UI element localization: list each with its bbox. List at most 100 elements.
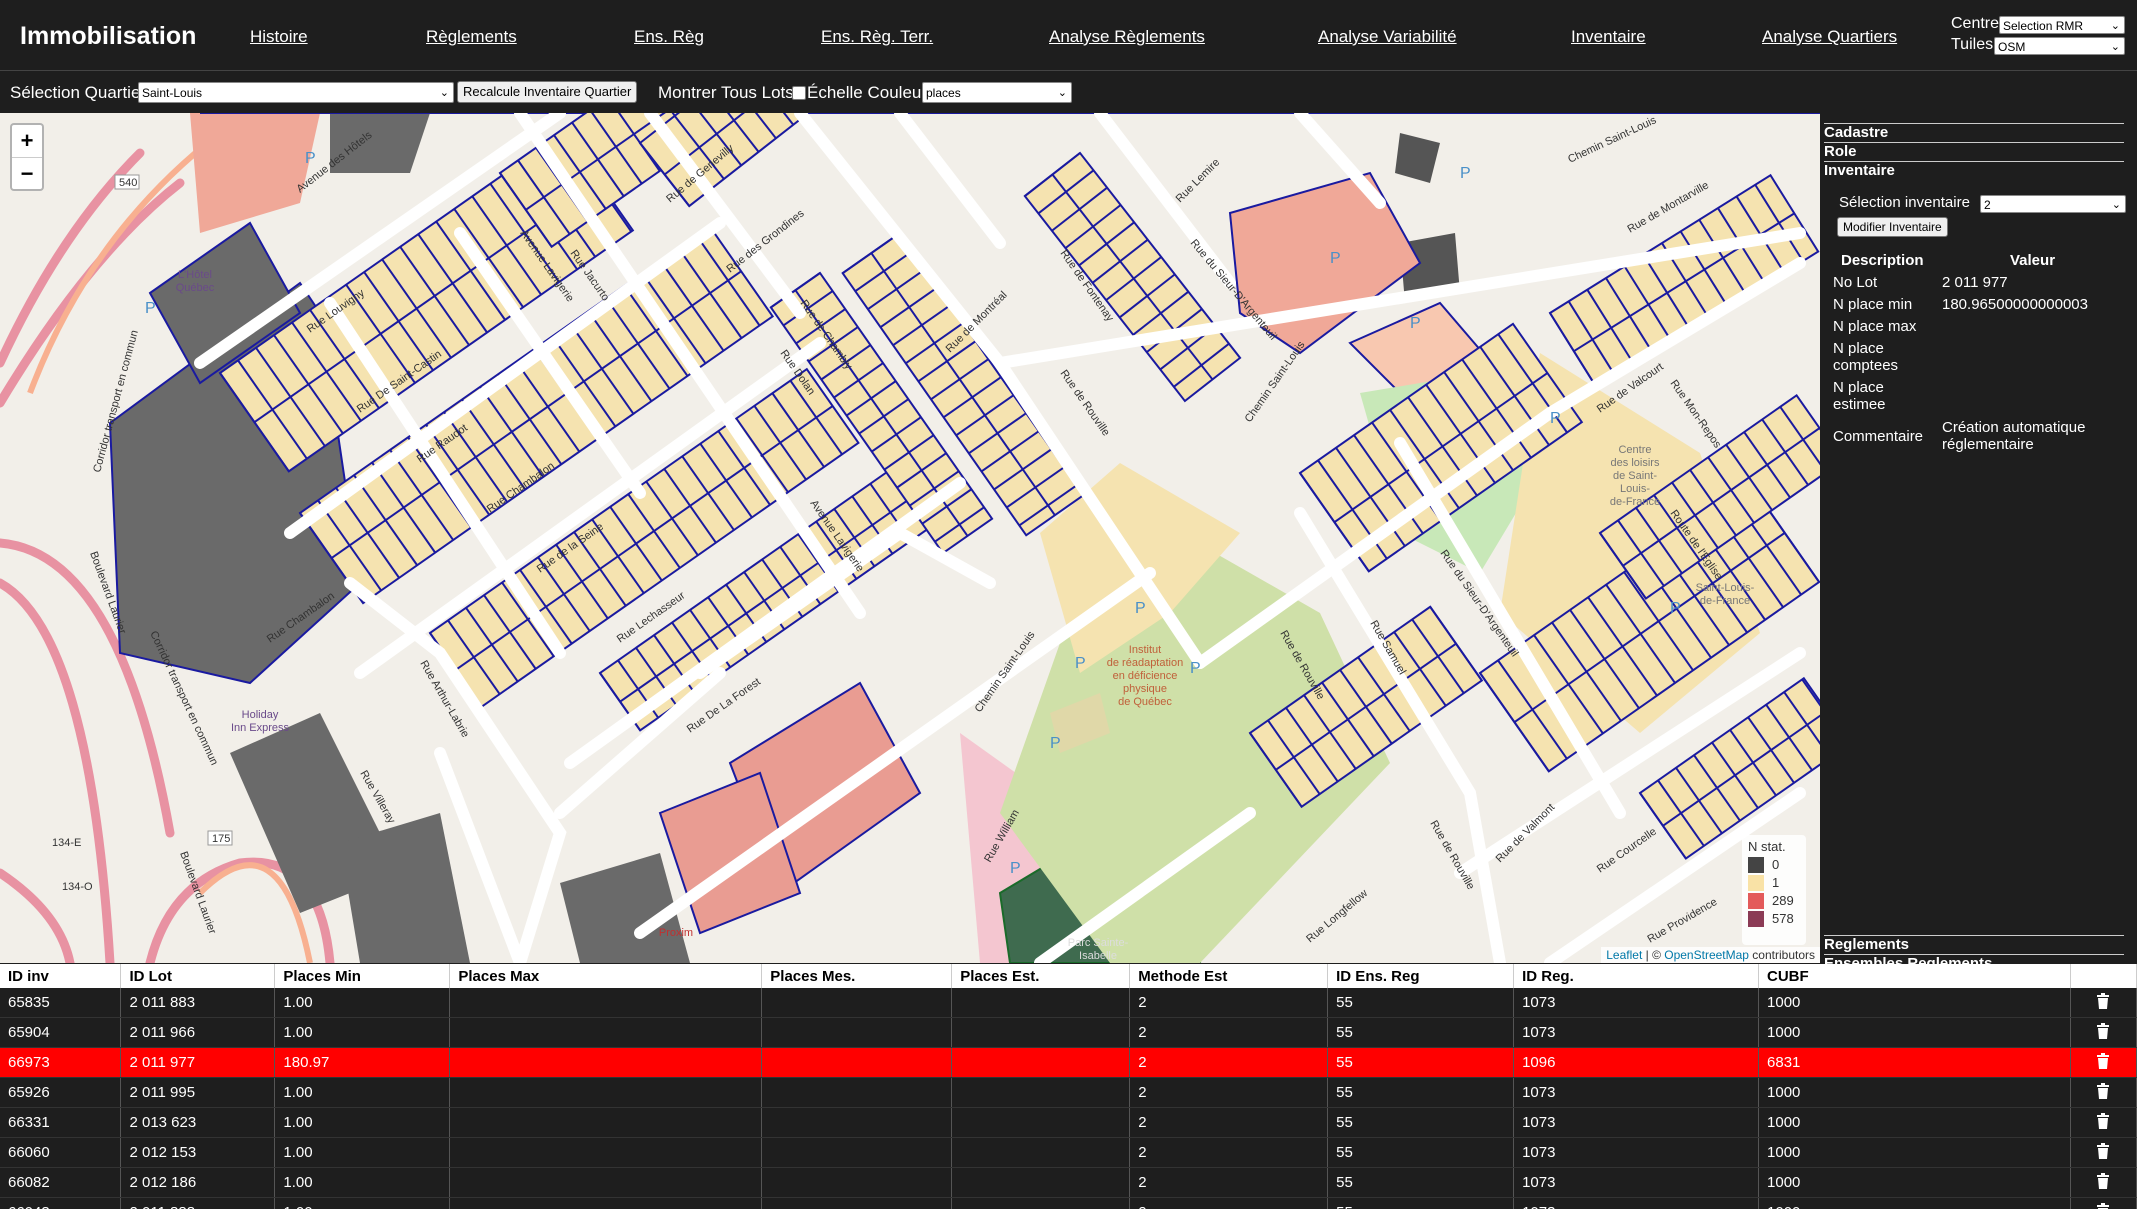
- trash-icon[interactable]: [2096, 1202, 2110, 1209]
- table-cell: 65904: [0, 1017, 122, 1048]
- table-row[interactable]: 66331 2 013 623 1.00 2 55 1073 1000: [0, 1107, 2137, 1138]
- table-row[interactable]: 660432 011 8881.00 25510731000: [0, 1197, 2137, 1209]
- show-lots-checkbox[interactable]: [792, 86, 806, 100]
- nav-analyse-variabilite[interactable]: Analyse Variabilité: [1318, 27, 1457, 47]
- col-header[interactable]: CUBF: [1758, 964, 2071, 988]
- table-cell: 1000: [1758, 1077, 2071, 1108]
- map-attribution: Leaflet | © OpenStreetMap contributors: [1601, 947, 1820, 963]
- trash-icon[interactable]: [2096, 1112, 2110, 1129]
- table-row[interactable]: 65904 2 011 966 1.00 2 55 1073 1000: [0, 1017, 2137, 1048]
- parking-icon: P: [1010, 860, 1021, 877]
- nav-histoire[interactable]: Histoire: [250, 27, 308, 47]
- osm-link[interactable]: OpenStreetMap: [1664, 948, 1749, 962]
- section-inventaire[interactable]: Inventaire: [1824, 161, 2124, 179]
- nav-reglements[interactable]: Règlements: [426, 27, 517, 47]
- section-reglements[interactable]: Reglements: [1824, 935, 2124, 953]
- chevron-down-icon: ⌄: [2110, 41, 2120, 53]
- trash-icon[interactable]: [2096, 1022, 2110, 1039]
- zoom-in-button[interactable]: +: [12, 125, 42, 158]
- table-cell: [761, 1167, 953, 1198]
- filter-toolbar: Sélection Quartier Saint-Louis ⌄ Recalcul…: [0, 71, 2137, 113]
- poi-label: de réadaptation: [1107, 657, 1183, 669]
- street-label: Rue Lemire: [1174, 156, 1223, 205]
- trash-icon[interactable]: [2096, 992, 2110, 1009]
- parking-icon: P: [305, 150, 316, 167]
- poi-label: Centre: [1618, 444, 1651, 456]
- trash-icon[interactable]: [2096, 1052, 2110, 1069]
- quartier-label: Sélection Quartier: [10, 83, 147, 102]
- col-header[interactable]: Places Min: [274, 964, 451, 988]
- table-cell: 1000: [1758, 1017, 2071, 1048]
- legend-label: 0: [1772, 857, 1780, 872]
- nav-analyse-reglements[interactable]: Analyse Règlements: [1049, 27, 1205, 47]
- nav-analyse-quartiers[interactable]: Analyse Quartiers: [1762, 27, 1897, 47]
- delete-cell: [2070, 988, 2137, 1018]
- delete-cell: [2070, 1107, 2137, 1138]
- col-header[interactable]: ID Lot: [120, 964, 276, 988]
- modify-inventaire-button[interactable]: Modifier Inventaire: [1837, 217, 1948, 237]
- tuiles-select[interactable]: OSM ⌄: [1994, 37, 2125, 55]
- table-cell: 2 012 186: [120, 1167, 276, 1198]
- quartier-select[interactable]: Saint-Louis ⌄: [138, 82, 454, 103]
- leaflet-link[interactable]: Leaflet: [1606, 948, 1642, 962]
- table-cell: 1073: [1513, 1107, 1760, 1138]
- side-panel: Cadastre Role Inventaire Sélection inven…: [1822, 113, 2137, 964]
- section-cadastre[interactable]: Cadastre: [1824, 123, 2124, 141]
- table-cell: 65835: [0, 988, 122, 1018]
- table-row[interactable]: 65926 2 011 995 1.00 2 55 1073 1000: [0, 1077, 2137, 1108]
- trash-icon[interactable]: [2096, 1172, 2110, 1189]
- table-cell: [761, 1077, 953, 1108]
- parking-icon: P: [1550, 410, 1561, 427]
- recalc-inventaire-button[interactable]: Recalcule Inventaire Quartier: [457, 81, 638, 103]
- poi-label: Institut: [1129, 644, 1161, 656]
- table-cell: 1000: [1758, 1167, 2071, 1198]
- table-cell: 2 012 153: [120, 1137, 276, 1168]
- delete-cell: [2070, 1167, 2137, 1198]
- table-cell: 1073: [1513, 1197, 1760, 1209]
- table-cell: 55: [1327, 1017, 1515, 1048]
- col-header[interactable]: ID Ens. Reg: [1327, 964, 1515, 988]
- col-header[interactable]: Methode Est: [1129, 964, 1329, 988]
- tuiles-select-value: OSM: [1998, 40, 2026, 54]
- table-row[interactable]: 66082 2 012 186 1.00 2 55 1073 1000: [0, 1167, 2137, 1198]
- table-cell: 65926: [0, 1077, 122, 1108]
- trash-icon[interactable]: [2096, 1082, 2110, 1099]
- table-cell: 66973: [0, 1047, 122, 1078]
- delete-cell: [2070, 1137, 2137, 1168]
- table-cell: 66043: [0, 1197, 122, 1209]
- trash-icon[interactable]: [2096, 1142, 2110, 1159]
- nav-inventaire[interactable]: Inventaire: [1571, 27, 1646, 47]
- table-cell: [449, 1167, 763, 1198]
- centre-select-value: Selection RMR: [2003, 19, 2084, 33]
- map-canvas[interactable]: Avenue des Hôtels Rue Louvigny Rue De Sa…: [0, 113, 1820, 963]
- zoom-out-button[interactable]: −: [12, 158, 42, 190]
- table-cell: 2: [1129, 988, 1329, 1018]
- col-header[interactable]: Places Max: [449, 964, 763, 988]
- centre-select[interactable]: Selection RMR ⌄: [1999, 16, 2125, 34]
- legend-title: N stat.: [1748, 839, 1786, 854]
- nav-ens-reg-terr[interactable]: Ens. Règ. Terr.: [821, 27, 933, 47]
- table-row[interactable]: 65835 2 011 883 1.00 2 55 1073 1000: [0, 988, 2137, 1018]
- nav-ens-reg[interactable]: Ens. Règ: [634, 27, 704, 47]
- chevron-down-icon: ⌄: [1057, 87, 1067, 99]
- street-label: Rue de Valmont: [1494, 801, 1558, 865]
- poi-label: des loisirs: [1611, 457, 1660, 469]
- table-cell: 2 013 623: [120, 1107, 276, 1138]
- table-cell: [951, 1137, 1131, 1168]
- col-header[interactable]: ID Reg.: [1513, 964, 1760, 988]
- color-scale-select[interactable]: places ⌄: [922, 82, 1072, 103]
- col-header[interactable]: ID inv: [0, 964, 122, 988]
- centre-label: Centre: [1951, 15, 2000, 32]
- section-role[interactable]: Role: [1824, 142, 2124, 160]
- inv-select-value: 2: [1984, 198, 1991, 212]
- col-header[interactable]: Places Mes.: [761, 964, 953, 988]
- map-view[interactable]: Avenue des Hôtels Rue Louvigny Rue De Sa…: [0, 113, 1820, 963]
- inv-select[interactable]: 2 ⌄: [1980, 195, 2126, 213]
- show-lots-label: Montrer Tous Lots: [658, 83, 794, 102]
- section-ensembles-reglements[interactable]: Ensembles Reglements: [1824, 954, 2124, 964]
- col-header[interactable]: Places Est.: [951, 964, 1131, 988]
- table-row[interactable]: 66060 2 012 153 1.00 2 55 1073 1000: [0, 1137, 2137, 1168]
- table-row[interactable]: 66973 2 011 977 180.97 2 55 1096 6831: [0, 1047, 2137, 1078]
- table-cell: 1073: [1513, 1137, 1760, 1168]
- poi-label: Proxim: [659, 927, 693, 939]
